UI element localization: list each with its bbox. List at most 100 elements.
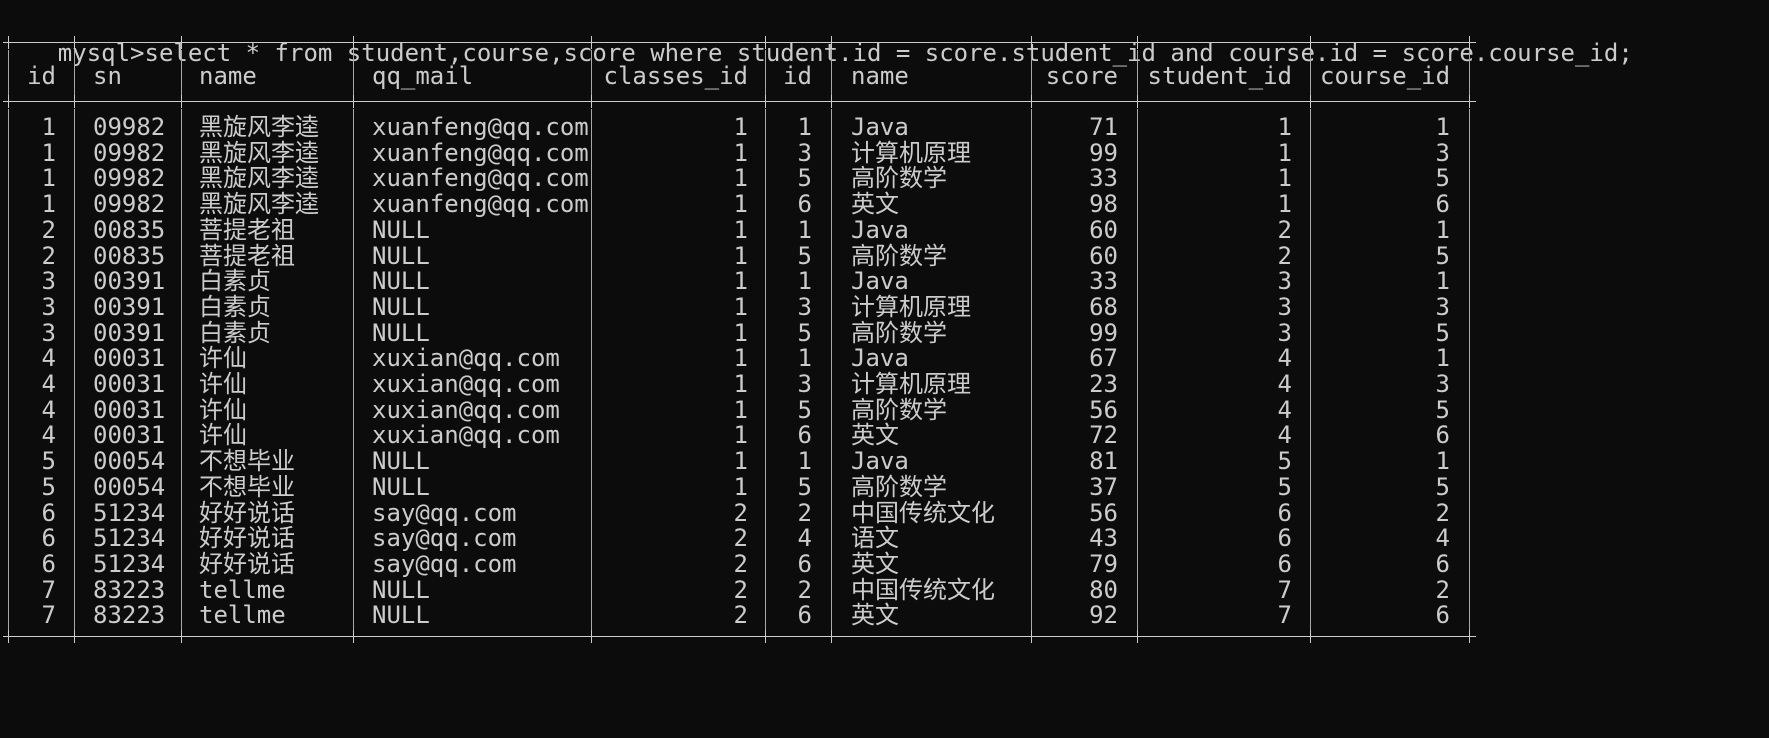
table-cell: 高阶数学 xyxy=(851,473,947,501)
table-cell: 00391 xyxy=(93,293,166,321)
table-cell: xuanfeng@qq.com xyxy=(372,113,589,141)
table-cell: 81 xyxy=(1089,447,1118,475)
table-cell: 71 xyxy=(1089,113,1118,141)
table-row: 4 00031 许仙 xuxian@qq.com 1 3 计算机原理 23 4 3 xyxy=(0,370,1480,399)
terminal-window[interactable]: mysql>select * from student,course,score… xyxy=(0,0,1769,738)
table-cell: 6 xyxy=(797,190,812,218)
column-header: classes_id xyxy=(603,62,749,90)
table-cell: 不想毕业 xyxy=(199,447,295,475)
table-cell: 1 xyxy=(733,421,748,449)
table-cell: 1 xyxy=(1435,113,1450,141)
table-cell: Java xyxy=(851,267,909,295)
table-cell: 语文 xyxy=(851,524,899,552)
table-border-line xyxy=(0,36,1480,50)
table-cell: 09982 xyxy=(93,113,166,141)
table-cell: Java xyxy=(851,447,909,475)
table-cell: 33 xyxy=(1089,267,1118,295)
table-cell: 3 xyxy=(1435,293,1450,321)
table-cell: 1 xyxy=(733,113,748,141)
table-cell: 79 xyxy=(1089,550,1118,578)
table-cell: 6 xyxy=(797,550,812,578)
command-line: mysql>select * from student,course,score… xyxy=(0,10,1633,67)
table-cell: tellme xyxy=(199,601,286,629)
table-cell: xuanfeng@qq.com xyxy=(372,190,589,218)
table-cell: xuxian@qq.com xyxy=(372,421,560,449)
table-row: 6 51234 好好说话 say@qq.com 2 6 英文 79 6 6 xyxy=(0,550,1480,579)
column-header: sn xyxy=(93,62,122,90)
table-cell: NULL xyxy=(372,216,430,244)
table-cell: 2 xyxy=(733,524,748,552)
table-cell: 计算机原理 xyxy=(851,370,971,398)
table-cell: 00054 xyxy=(93,473,166,501)
table-cell: 3 xyxy=(41,293,56,321)
table-cell: Java xyxy=(851,344,909,372)
table-cell: say@qq.com xyxy=(372,550,517,578)
table-cell: 3 xyxy=(797,293,812,321)
table-cell: 6 xyxy=(1435,550,1450,578)
table-cell: 23 xyxy=(1089,370,1118,398)
table-row: 4 00031 许仙 xuxian@qq.com 1 1 Java 67 4 1 xyxy=(0,344,1480,373)
table-cell: 2 xyxy=(41,216,56,244)
table-cell: 3 xyxy=(41,267,56,295)
table-cell: 1 xyxy=(797,447,812,475)
table-cell: 3 xyxy=(797,370,812,398)
table-cell: 1 xyxy=(733,293,748,321)
table-cell: 5 xyxy=(1277,447,1292,475)
table-cell: 1 xyxy=(41,164,56,192)
table-row: 5 00054 不想毕业 NULL 1 5 高阶数学 37 5 5 xyxy=(0,473,1480,502)
column-header: qq_mail xyxy=(372,62,474,90)
table-cell: 白素贞 xyxy=(199,293,271,321)
table-cell: 7 xyxy=(41,601,56,629)
table-cell: xuanfeng@qq.com xyxy=(372,164,589,192)
table-cell: 6 xyxy=(41,550,56,578)
table-cell: 5 xyxy=(797,473,812,501)
table-cell: 6 xyxy=(1435,190,1450,218)
table-cell: 00031 xyxy=(93,344,166,372)
table-cell: Java xyxy=(851,113,909,141)
table-row: 3 00391 白素贞 NULL 1 3 计算机原理 68 3 3 xyxy=(0,293,1480,322)
table-cell: 68 xyxy=(1089,293,1118,321)
table-cell: 4 xyxy=(41,370,56,398)
table-cell: NULL xyxy=(372,293,430,321)
table-cell: 00391 xyxy=(93,267,166,295)
table-cell: 4 xyxy=(1277,370,1292,398)
table-cell: 6 xyxy=(1277,524,1292,552)
table-cell: 00835 xyxy=(93,216,166,244)
table-cell: 4 xyxy=(1277,344,1292,372)
table-cell: 98 xyxy=(1089,190,1118,218)
table-cell: 好好说话 xyxy=(199,524,295,552)
table-row: 2 00835 菩提老祖 NULL 1 1 Java 60 2 1 xyxy=(0,216,1480,245)
table-cell: 1 xyxy=(1277,164,1292,192)
table-row: 6 51234 好好说话 say@qq.com 2 4 语文 43 6 4 xyxy=(0,524,1480,553)
table-cell: 1 xyxy=(797,113,812,141)
table-cell: 6 xyxy=(41,524,56,552)
column-header: id xyxy=(783,62,812,90)
table-cell: 72 xyxy=(1089,421,1118,449)
table-cell: Java xyxy=(851,216,909,244)
table-cell: NULL xyxy=(372,601,430,629)
table-cell: 1 xyxy=(41,113,56,141)
table-cell: 1 xyxy=(733,190,748,218)
table-cell: xuxian@qq.com xyxy=(372,370,560,398)
header-row: id sn name qq_mail classes_id id name score stud… xyxy=(0,62,1480,91)
table-cell: 5 xyxy=(1435,164,1450,192)
table-cell: say@qq.com xyxy=(372,524,517,552)
column-header: student_id xyxy=(1147,62,1293,90)
table-cell: 5 xyxy=(797,164,812,192)
table-border-line xyxy=(0,95,1480,109)
table-cell: 好好说话 xyxy=(199,550,295,578)
table-cell: 1 xyxy=(1277,190,1292,218)
table-cell: 不想毕业 xyxy=(199,473,295,501)
column-header: score xyxy=(1045,62,1118,90)
table-cell: NULL xyxy=(372,447,430,475)
table-cell: 2 xyxy=(733,601,748,629)
table-cell: 1 xyxy=(1435,344,1450,372)
column-header: course_id xyxy=(1320,62,1451,90)
table-cell: 1 xyxy=(733,216,748,244)
table-cell: 高阶数学 xyxy=(851,164,947,192)
table-cell: 60 xyxy=(1089,216,1118,244)
table-row: 1 09982 黑旋风李逵 xuanfeng@qq.com 1 1 Java 71 1 1 xyxy=(0,113,1480,142)
table-cell: 许仙 xyxy=(199,344,247,372)
table-border-line xyxy=(0,630,1480,644)
table-cell: 1 xyxy=(1435,216,1450,244)
